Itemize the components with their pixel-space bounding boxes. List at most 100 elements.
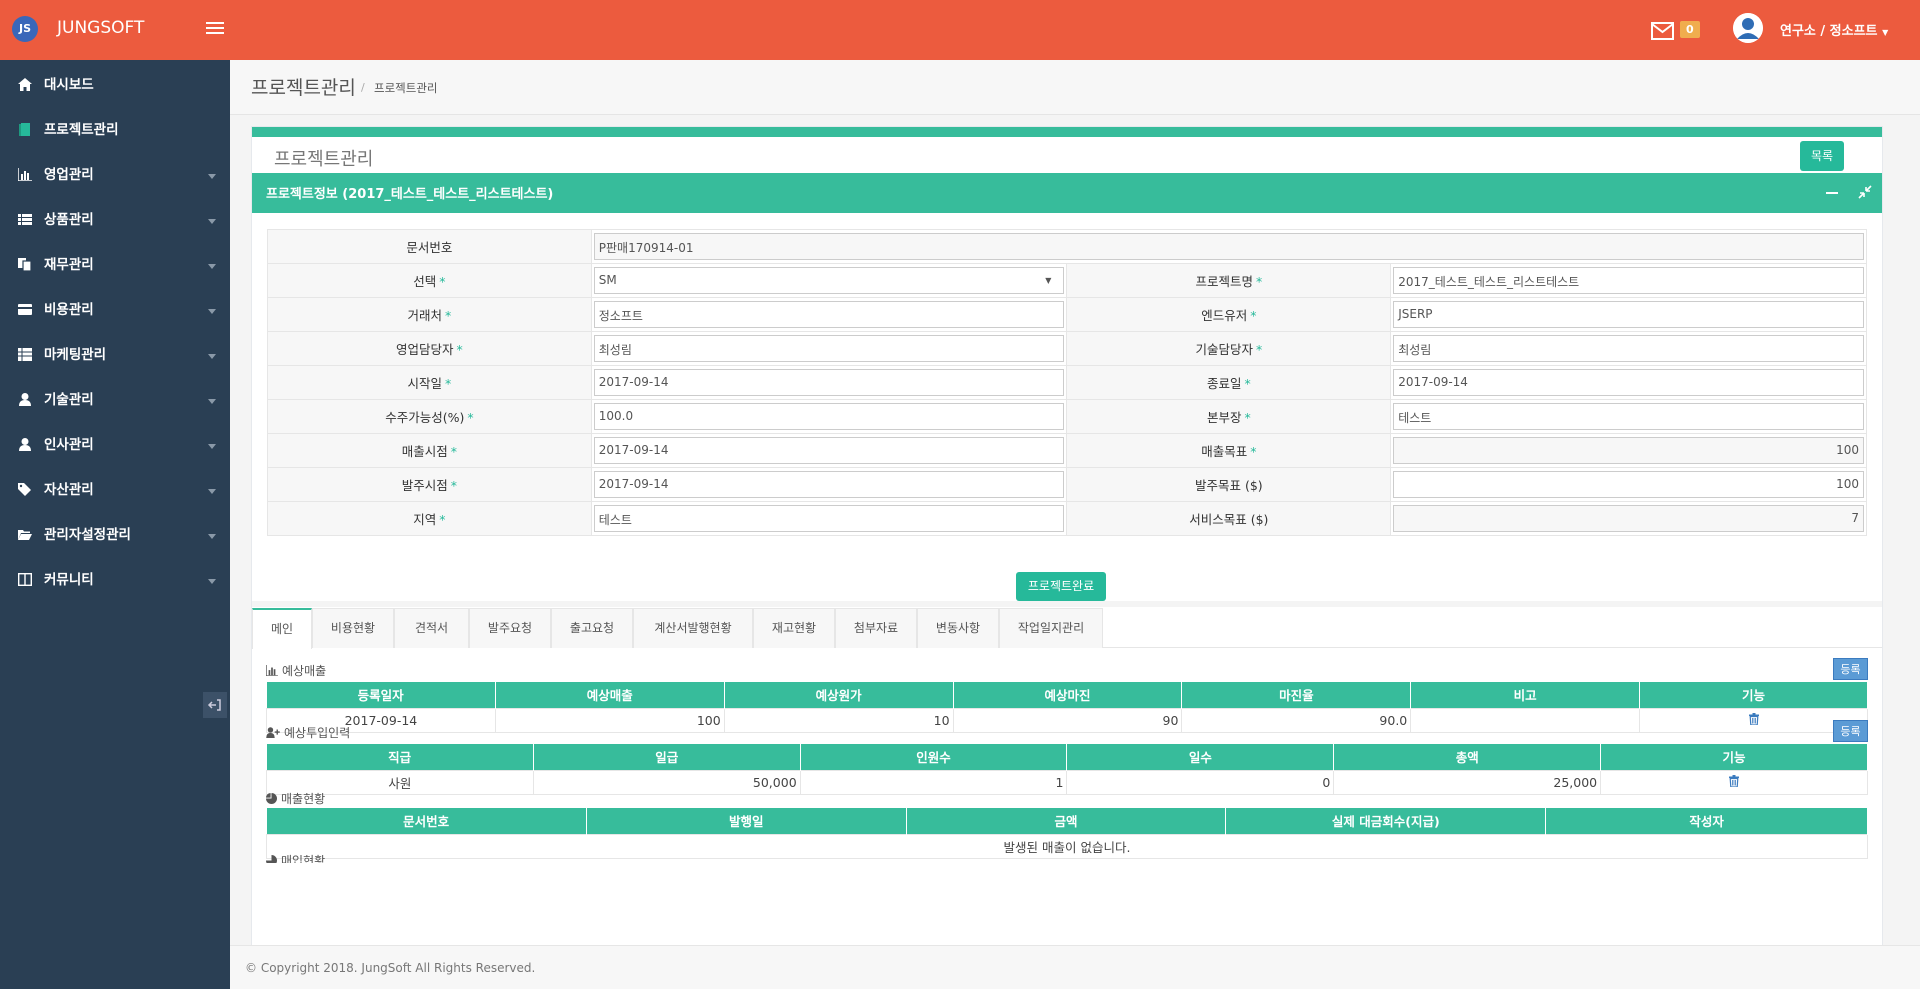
- table-icon: [18, 348, 32, 361]
- chevron-down-icon: [208, 579, 216, 584]
- main-content: 프로젝트관리 / 프로젝트관리 프로젝트관리 목록 프로젝트정보 (2017_테…: [230, 60, 1920, 989]
- client-field[interactable]: 정소프트: [593, 301, 1065, 328]
- footer: © Copyright 2018. JungSoft All Rights Re…: [230, 945, 1920, 989]
- tab-attachments[interactable]: 첨부자료: [835, 608, 917, 648]
- page-title: 프로젝트관리: [251, 77, 356, 99]
- panel-title: 프로젝트관리: [274, 149, 374, 170]
- user-menu[interactable]: 연구소 / 정소프트 ▼: [1780, 20, 1888, 39]
- field-label: 수주가능성(%) *: [267, 399, 592, 434]
- tech-manager-field[interactable]: 최성림: [1393, 335, 1864, 362]
- sidebar-item-admin[interactable]: 관리자설정관리: [0, 514, 230, 559]
- panel-top-bar: [252, 127, 1882, 137]
- tab-cost-status[interactable]: 비용현황: [312, 608, 394, 648]
- tab-quote[interactable]: 견적서: [394, 608, 469, 648]
- tab-invoice-status[interactable]: 계산서발행현황: [633, 608, 753, 648]
- breadcrumb[interactable]: 프로젝트관리: [374, 80, 437, 96]
- field-label: 선택 *: [267, 263, 592, 298]
- sidebar-item-cost[interactable]: 비용관리: [0, 289, 230, 334]
- service-target-field[interactable]: 7: [1393, 505, 1864, 532]
- files-icon: [18, 258, 32, 271]
- copyright: © Copyright 2018. JungSoft All Rights Re…: [245, 961, 536, 975]
- field-label: 본부장 *: [1066, 399, 1392, 434]
- col-header: 예상매출: [495, 682, 725, 708]
- pie-chart-icon: [266, 855, 277, 863]
- chevron-down-icon: [208, 489, 216, 494]
- sidebar-item-dashboard[interactable]: 대시보드: [0, 64, 230, 109]
- order-date-field[interactable]: 2017-09-14: [593, 471, 1065, 498]
- sidebar-item-finance[interactable]: 재무관리: [0, 244, 230, 289]
- trash-icon[interactable]: [1748, 712, 1759, 725]
- tab-inventory[interactable]: 재고현황: [753, 608, 835, 648]
- sidebar-item-sales[interactable]: 영업관리: [0, 154, 230, 199]
- top-bar: JS JUNGSOFT 0 연구소 / 정소프트 ▼: [0, 0, 1920, 60]
- sidebar-item-label: 마케팅관리: [44, 347, 107, 363]
- field-label: 지역 *: [267, 501, 592, 536]
- expected-staff-table: 직급 일급 인원수 일수 총액 기능 사원 50,000 1 0 25,000: [266, 744, 1868, 795]
- sales-status-table: 문서번호 발행일 금액 실제 대금회수(지급) 작성자 발생된 매출이 없습니다…: [266, 808, 1868, 859]
- sidebar-item-project[interactable]: 프로젝트관리: [0, 109, 230, 154]
- pie-chart-icon: [266, 793, 277, 804]
- chevron-down-icon: [208, 354, 216, 359]
- probability-field[interactable]: 100.0: [593, 403, 1065, 430]
- tab-main[interactable]: 메인: [252, 608, 312, 649]
- list-button[interactable]: 목록: [1800, 141, 1844, 171]
- register-staff-button[interactable]: 등록: [1833, 720, 1868, 742]
- sales-manager-field[interactable]: 최성림: [593, 335, 1065, 362]
- sidebar-item-marketing[interactable]: 마케팅관리: [0, 334, 230, 379]
- field-label: 문서번호: [267, 229, 592, 264]
- field-label: 매출시점 *: [267, 433, 592, 468]
- field-label: 종료일 *: [1066, 365, 1392, 400]
- list-icon: [18, 214, 32, 225]
- tab-work-log[interactable]: 작업일지관리: [999, 608, 1103, 648]
- doc-no-field[interactable]: P판매170914-01: [593, 233, 1864, 260]
- brand-name[interactable]: JUNGSOFT: [57, 18, 144, 38]
- sidebar-item-label: 자산관리: [44, 482, 94, 498]
- col-header: 등록일자: [266, 682, 496, 708]
- sidebar-item-hr[interactable]: 인사관리: [0, 424, 230, 469]
- breadcrumb-separator: /: [361, 81, 365, 94]
- col-header: 마진율: [1181, 682, 1412, 708]
- field-label: 서비스목표 ($): [1066, 501, 1392, 536]
- sidebar-item-asset[interactable]: 자산관리: [0, 469, 230, 514]
- sidebar-item-label: 인사관리: [44, 437, 94, 453]
- menu-toggle-icon[interactable]: [206, 22, 224, 36]
- field-label: 시작일 *: [267, 365, 592, 400]
- sidebar-item-label: 프로젝트관리: [44, 122, 119, 138]
- project-name-field[interactable]: 2017_테스트_테스트_리스트테스트: [1393, 267, 1864, 294]
- sidebar-item-community[interactable]: 커뮤니티: [0, 559, 230, 604]
- order-target-field[interactable]: 100: [1393, 471, 1864, 498]
- logo[interactable]: JS: [12, 16, 38, 42]
- sales-date-field[interactable]: 2017-09-14: [593, 437, 1065, 464]
- end-date-field[interactable]: 2017-09-14: [1393, 369, 1864, 396]
- start-date-field[interactable]: 2017-09-14: [593, 369, 1065, 396]
- sidebar-item-product[interactable]: 상품관리: [0, 199, 230, 244]
- type-select[interactable]: SM: [593, 267, 1065, 294]
- col-header: 금액: [906, 808, 1227, 834]
- section-sales-status: 매출현황: [266, 790, 325, 807]
- avatar[interactable]: [1733, 13, 1763, 43]
- sidebar-item-label: 기술관리: [44, 392, 94, 408]
- col-header: 일수: [1066, 744, 1335, 770]
- table-row: 2017-09-14 100 10 90 90.0: [266, 707, 1868, 733]
- envelope-icon[interactable]: [1651, 22, 1674, 40]
- tab-shipping-request[interactable]: 출고요청: [551, 608, 633, 648]
- project-complete-button[interactable]: 프로젝트완료: [1016, 572, 1106, 601]
- table-row: 사원 50,000 1 0 25,000: [266, 769, 1868, 795]
- tab-order-request[interactable]: 발주요청: [469, 608, 551, 648]
- register-sales-button[interactable]: 등록: [1833, 658, 1868, 680]
- trash-icon[interactable]: [1729, 774, 1740, 787]
- project-form: 문서번호 P판매170914-01 선택* SM 프로젝트명* 2017_테스트…: [267, 229, 1868, 536]
- sidebar-item-label: 비용관리: [44, 302, 94, 318]
- sidebar-item-tech[interactable]: 기술관리: [0, 379, 230, 424]
- end-user-field[interactable]: JSERP: [1393, 301, 1864, 328]
- tab-changes[interactable]: 변동사항: [917, 608, 999, 648]
- division-head-field[interactable]: 테스트: [1393, 403, 1864, 430]
- sidebar-collapse-button[interactable]: [203, 692, 227, 718]
- sales-target-field[interactable]: 100: [1393, 437, 1864, 464]
- chevron-down-icon: [208, 174, 216, 179]
- region-field[interactable]: 테스트: [593, 505, 1065, 532]
- compress-icon[interactable]: [1858, 185, 1872, 199]
- minimize-icon[interactable]: [1826, 192, 1838, 194]
- section-expected-sales: 예상매출: [265, 662, 326, 679]
- columns-icon: [18, 573, 32, 586]
